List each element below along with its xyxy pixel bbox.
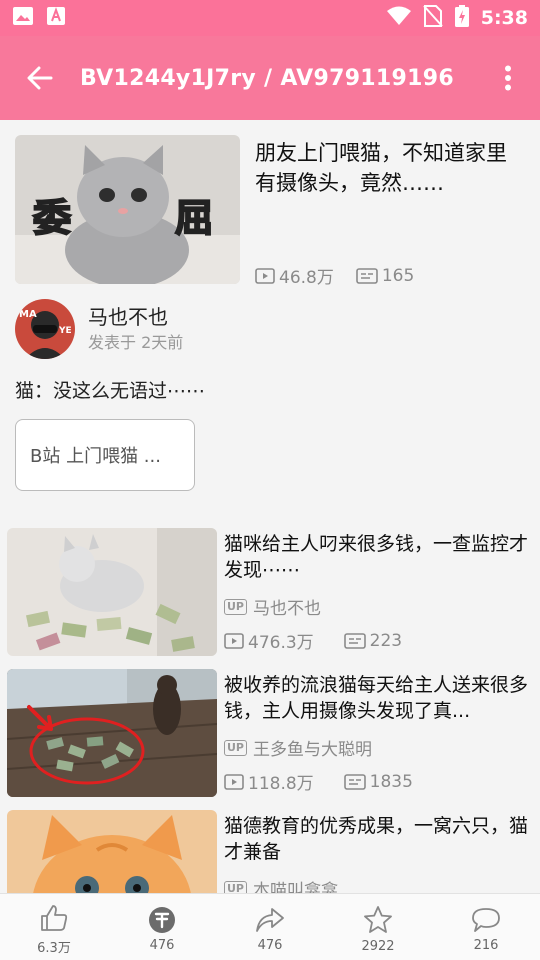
video-detail-content: 委 屈 朋友上门喂猫，不知道家里有摄像头，竟然…… 46.8万 165 MA Y… <box>0 120 540 893</box>
danmaku-count: 1835 <box>343 769 413 794</box>
like-button[interactable]: 6.3万 <box>0 894 108 960</box>
more-vert-icon <box>505 65 511 91</box>
favorite-button[interactable]: 2922 <box>324 894 432 960</box>
related-video-thumbnail[interactable] <box>7 528 217 656</box>
coin-count: 476 <box>149 937 175 953</box>
related-video-stats: 476.3万 223 <box>224 628 402 653</box>
coin-button[interactable]: 476 <box>108 894 216 960</box>
danmaku-icon <box>356 267 378 284</box>
share-count: 476 <box>257 937 283 953</box>
related-video-up-name: 王多鱼与大聪明 <box>253 740 372 760</box>
danmaku-icon <box>343 773 366 790</box>
svg-text:MA: MA <box>19 309 37 320</box>
danmaku-count-value: 165 <box>381 265 415 286</box>
video-stats: 46.8万 165 <box>255 263 414 288</box>
related-video-card[interactable]: 猫咪给主人叼来很多钱，一查监控才发现⋯⋯ UP 马也不也 476.3万 223 <box>7 528 533 656</box>
author-row[interactable]: MA YE 马也不也 发表于 2天前 <box>15 299 183 359</box>
comment-button[interactable]: 216 <box>432 894 540 960</box>
svg-text:YE: YE <box>58 326 72 336</box>
post-time: 发表于 2天前 <box>88 333 184 352</box>
view-count-value: 476.3万 <box>248 633 314 653</box>
video-title: 朋友上门喂猫，不知道家里有摄像头，竟然…… <box>255 141 507 195</box>
video-thumbnail[interactable]: 委 屈 <box>15 135 240 284</box>
up-badge: UP <box>224 880 247 893</box>
back-arrow-icon <box>27 66 53 90</box>
wifi-icon <box>386 6 411 30</box>
bottom-action-bar: 6.3万 476 476 2922 216 <box>0 893 540 960</box>
share-icon <box>256 907 284 932</box>
favorite-count: 2922 <box>361 938 395 954</box>
related-video-card[interactable]: 猫德教育的优秀成果，一窝六只，猫才兼备 UP 本喵叫龛龛 <box>7 810 533 893</box>
author-name[interactable]: 马也不也 <box>88 304 183 330</box>
danmaku-count: 223 <box>343 628 403 653</box>
view-count: 476.3万 <box>224 628 314 653</box>
up-badge: UP <box>224 598 247 615</box>
favorite-icon <box>364 905 392 933</box>
related-video-title: 猫咪给主人叼来很多钱，一查监控才发现⋯⋯ <box>224 533 529 581</box>
view-count-value: 118.8万 <box>248 774 314 794</box>
gallery-notification-icon <box>12 6 34 30</box>
back-button[interactable] <box>0 36 80 120</box>
thumb-caption-left: 委 <box>33 196 71 240</box>
danmaku-count-value: 223 <box>369 630 403 651</box>
video-description: 猫：没这么无语过⋯⋯ <box>15 380 206 402</box>
share-button[interactable]: 476 <box>216 894 324 960</box>
page-title: BV1244y1J7ry / AV979119196 <box>80 65 454 91</box>
related-video-title: 被收养的流浪猫每天给主人送来很多钱，主人用摄像头发现了真... <box>224 674 529 722</box>
related-video-thumbnail[interactable] <box>7 810 217 893</box>
play-count-icon <box>255 267 275 284</box>
coin-icon <box>149 906 175 933</box>
status-time: 5:38 <box>480 7 528 29</box>
comment-icon <box>472 907 500 932</box>
no-sim-icon <box>422 5 443 31</box>
thumb-caption-right: 屈 <box>175 196 213 240</box>
status-bar: 5:38 <box>0 0 540 36</box>
view-count-value: 46.8万 <box>279 268 334 288</box>
related-video-up-name: 本喵叫龛龛 <box>253 881 338 893</box>
related-video-card[interactable]: 被收养的流浪猫每天给主人送来很多钱，主人用摄像头发现了真... UP 王多鱼与大… <box>7 669 533 797</box>
avatar[interactable]: MA YE <box>15 299 75 359</box>
related-video-title: 猫德教育的优秀成果，一窝六只，猫才兼备 <box>224 815 529 863</box>
app-bar: BV1244y1J7ry / AV979119196 <box>0 36 540 120</box>
danmaku-count-value: 1835 <box>369 771 413 792</box>
more-menu-button[interactable] <box>494 64 522 92</box>
related-video-thumbnail[interactable] <box>7 669 217 797</box>
related-video-up[interactable]: UP 本喵叫龛龛 <box>224 876 338 893</box>
like-count: 6.3万 <box>37 940 71 956</box>
battery-charging-icon <box>454 5 469 31</box>
danmaku-count: 165 <box>356 266 414 286</box>
up-badge: UP <box>224 739 247 756</box>
like-icon <box>41 904 68 931</box>
related-video-up-name: 马也不也 <box>253 599 321 619</box>
related-video-stats: 118.8万 1835 <box>224 769 413 794</box>
app-notification-icon <box>46 6 66 30</box>
play-count-icon <box>224 632 244 649</box>
play-count-icon <box>224 773 244 790</box>
tag-chip[interactable]: B站 上门喂猫 ... <box>15 419 195 491</box>
view-count: 46.8万 <box>255 263 334 288</box>
danmaku-icon <box>343 632 366 649</box>
related-video-up[interactable]: UP 王多鱼与大聪明 <box>224 735 372 760</box>
view-count: 118.8万 <box>224 769 314 794</box>
comment-count: 216 <box>473 937 499 953</box>
related-video-up[interactable]: UP 马也不也 <box>224 594 321 619</box>
